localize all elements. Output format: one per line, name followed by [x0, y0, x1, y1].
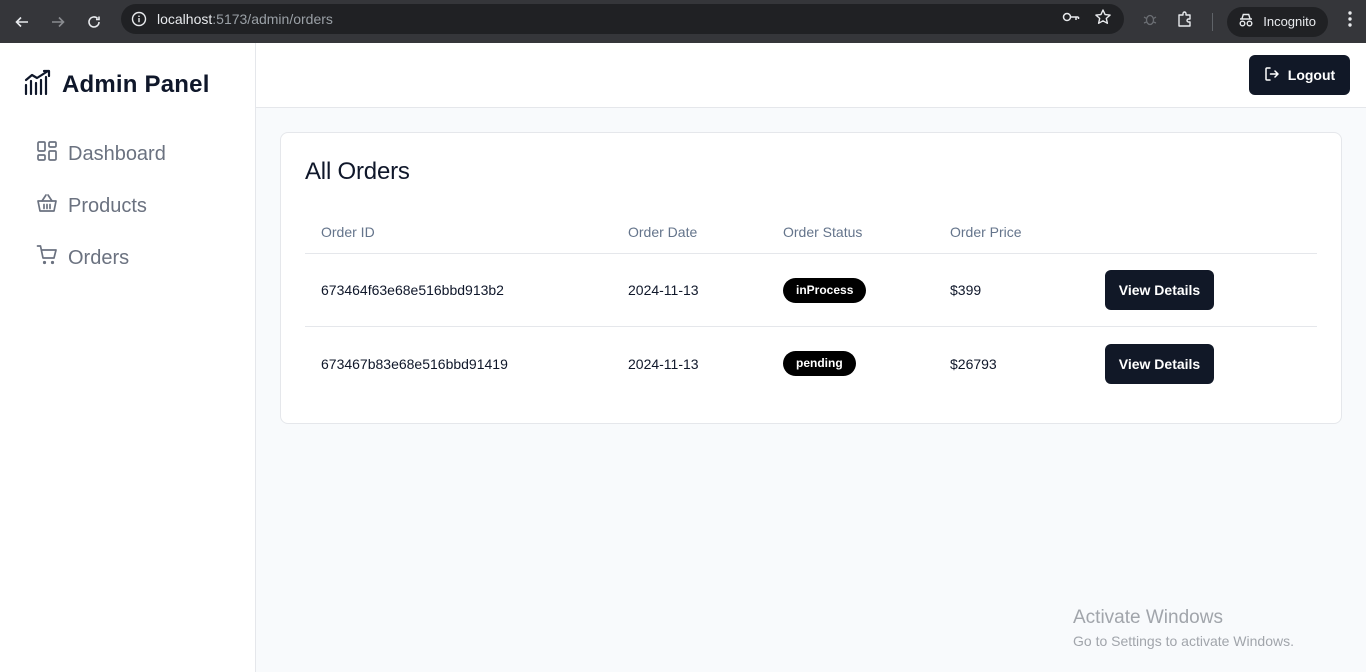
- order-date: 2024-11-13: [628, 355, 699, 372]
- reload-button[interactable]: [76, 4, 112, 40]
- browser-toolbar: localhost:5173/admin/orders Incognito: [0, 0, 1366, 43]
- logout-button[interactable]: Logout: [1249, 55, 1350, 95]
- top-header: Logout: [256, 43, 1366, 108]
- order-price: $26793: [950, 355, 997, 372]
- orders-card: All Orders Order ID Order Date Order Sta…: [280, 132, 1342, 424]
- bookmark-star-icon[interactable]: [1094, 8, 1112, 31]
- page-title: All Orders: [305, 158, 410, 185]
- url-text: localhost:5173/admin/orders: [157, 11, 333, 27]
- view-details-button[interactable]: View Details: [1105, 270, 1214, 310]
- order-actions-cell: View Details: [1105, 343, 1317, 384]
- toolbar-divider: [1212, 12, 1214, 31]
- sidebar-menu: Dashboard Products Orders: [36, 140, 166, 296]
- order-status-cell: inProcess: [783, 277, 950, 303]
- watermark-subtitle: Go to Settings to activate Windows.: [1073, 633, 1294, 649]
- sidebar-item-label: Products: [68, 194, 147, 217]
- table-row: 673464f63e68e516bbd913b2 2024-11-13 inPr…: [305, 254, 1317, 327]
- password-key-icon[interactable]: [1062, 9, 1080, 30]
- incognito-label: Incognito: [1263, 14, 1316, 29]
- brand-title: Admin Panel: [62, 70, 210, 98]
- arrow-right-icon: [52, 16, 65, 27]
- forward-button[interactable]: [40, 4, 76, 40]
- logout-label: Logout: [1287, 67, 1336, 83]
- order-price: $399: [950, 282, 982, 298]
- windows-activation-watermark: Activate Windows Go to Settings to activ…: [1073, 607, 1294, 649]
- extensions-puzzle-icon[interactable]: [1176, 10, 1194, 33]
- chart-line-icon: [24, 69, 53, 100]
- status-badge: inProcess: [783, 277, 867, 303]
- sidebar-item-label: Orders: [68, 246, 130, 269]
- table-header: Order ID Order Date Order Status Order P…: [305, 211, 1317, 254]
- site-info-icon[interactable]: [123, 11, 155, 27]
- back-button[interactable]: [4, 4, 40, 40]
- incognito-icon: [1237, 12, 1255, 31]
- sidebar: Admin Panel Dashboard Products Orders: [0, 43, 256, 672]
- column-header-order-id: Order ID: [321, 224, 375, 240]
- orders-table: Order ID Order Date Order Status Order P…: [305, 211, 1317, 400]
- column-header-order-price: Order Price: [950, 224, 1022, 240]
- sidebar-item-dashboard[interactable]: Dashboard: [36, 140, 166, 168]
- sidebar-item-label: Dashboard: [68, 142, 166, 165]
- column-header-order-status: Order Status: [783, 224, 863, 240]
- extension-bug-icon[interactable]: [1142, 11, 1158, 32]
- browser-menu-icon[interactable]: [1348, 11, 1352, 32]
- reload-icon: [88, 15, 100, 28]
- status-badge: pending: [783, 351, 856, 376]
- brand[interactable]: Admin Panel: [24, 69, 210, 100]
- logout-icon: [1264, 66, 1280, 85]
- order-actions-cell: View Details: [1105, 270, 1317, 310]
- order-date: 2024-11-13: [628, 282, 699, 298]
- watermark-title: Activate Windows: [1073, 607, 1223, 628]
- basket-icon: [36, 192, 58, 220]
- sidebar-item-products[interactable]: Products: [36, 192, 166, 220]
- address-bar[interactable]: localhost:5173/admin/orders: [121, 4, 1124, 34]
- order-id: 673467b83e68e516bbd91419: [321, 355, 508, 372]
- order-id: 673464f63e68e516bbd913b2: [321, 282, 504, 298]
- view-details-button[interactable]: View Details: [1105, 343, 1214, 384]
- sidebar-item-orders[interactable]: Orders: [36, 244, 166, 272]
- shopping-cart-icon: [36, 244, 58, 272]
- order-status-cell: pending: [783, 351, 950, 376]
- incognito-indicator[interactable]: Incognito: [1227, 6, 1328, 37]
- table-row: 673467b83e68e516bbd91419 2024-11-13 pend…: [305, 327, 1317, 400]
- arrow-left-icon: [15, 16, 28, 27]
- layout-grid-icon: [36, 140, 58, 168]
- column-header-order-date: Order Date: [628, 224, 698, 240]
